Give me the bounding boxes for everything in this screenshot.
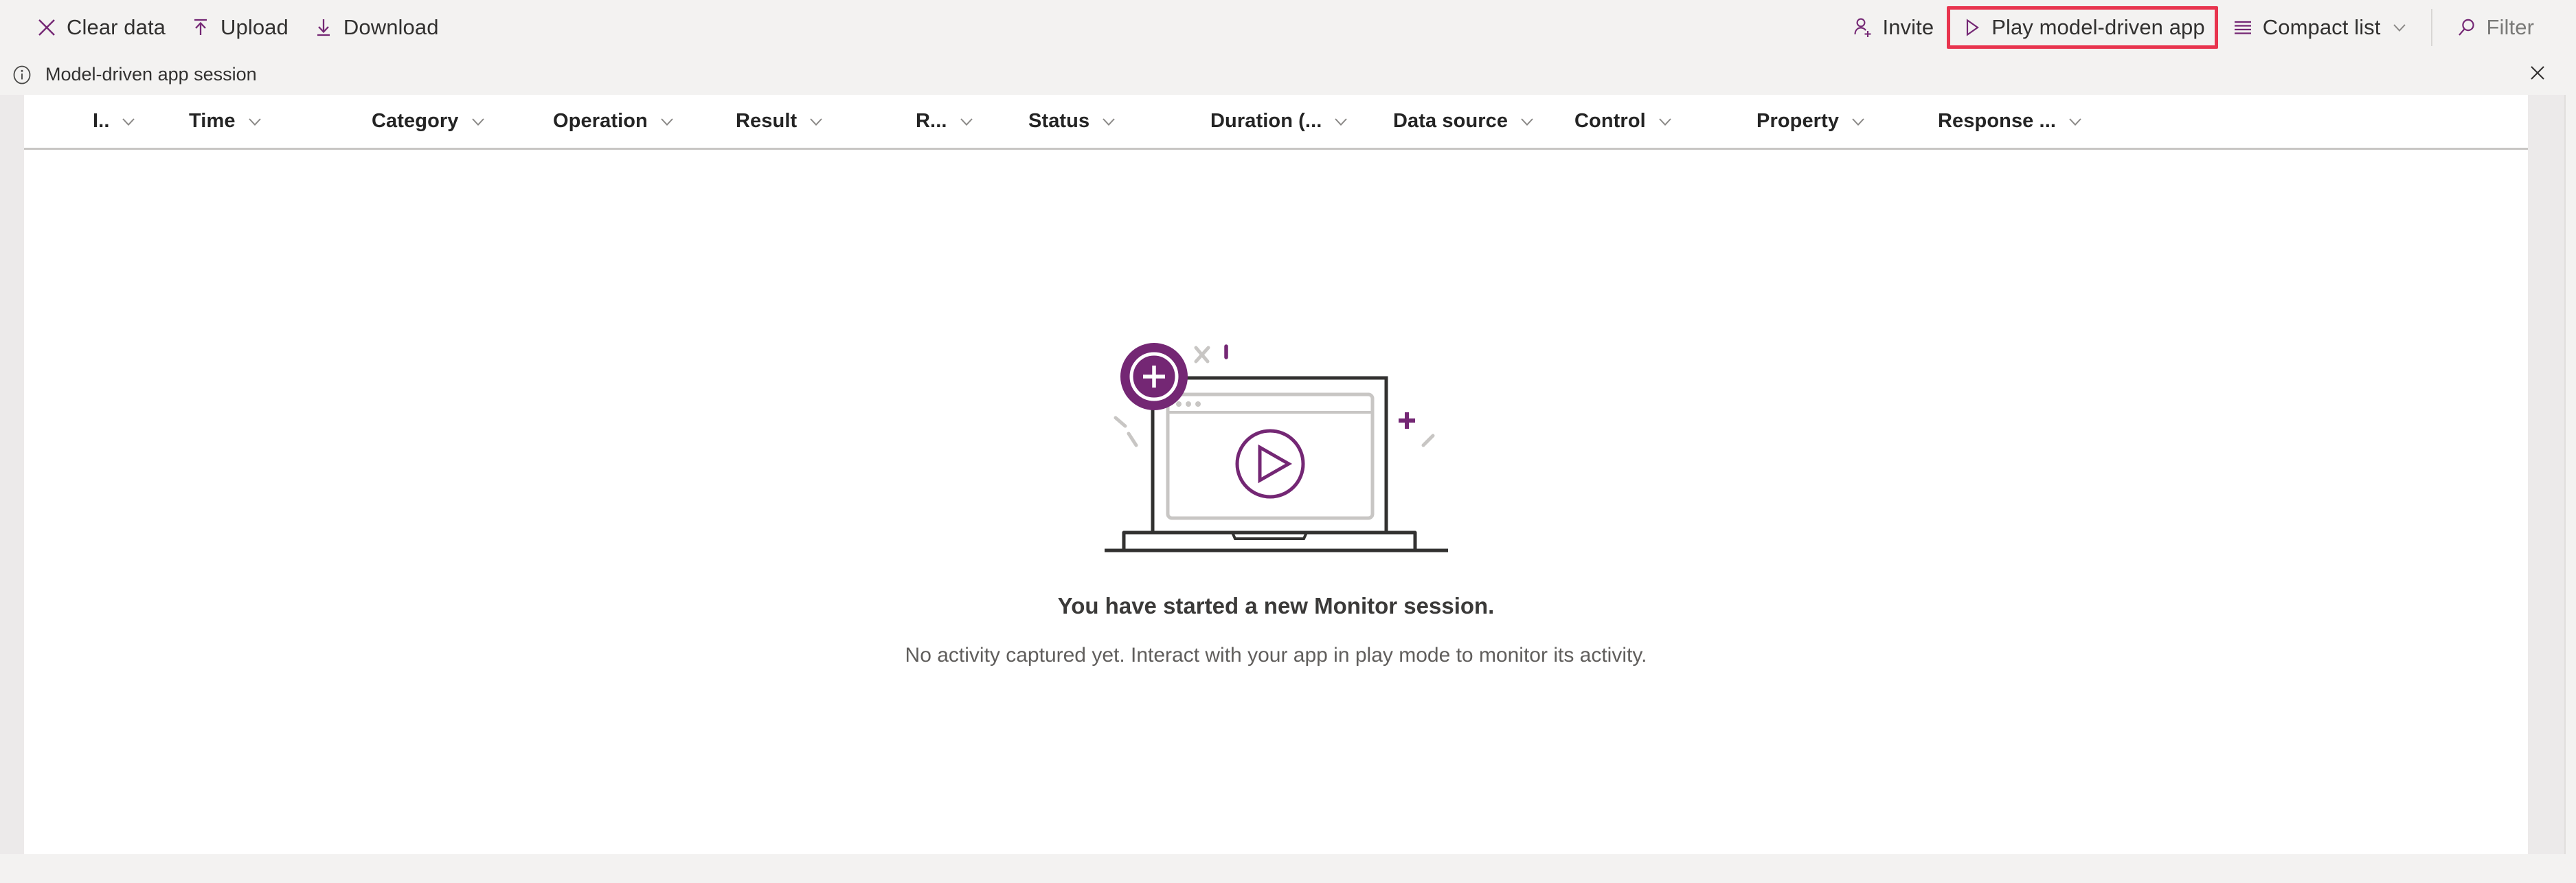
- column-header-data-source[interactable]: Data source: [1393, 95, 1536, 148]
- invite-label: Invite: [1882, 14, 1934, 39]
- right-scroll-rail[interactable]: [2564, 95, 2576, 854]
- column-header-category-label: Category: [372, 110, 459, 132]
- monitor-grid: I.. Time Category Operation Result R... …: [24, 95, 2528, 854]
- footer-strip: [0, 854, 2576, 883]
- upload-arrow-icon: [189, 16, 212, 39]
- filter-button[interactable]: Filter: [2443, 6, 2546, 49]
- upload-button[interactable]: Upload: [177, 6, 300, 49]
- grid-right-gutter: [2528, 95, 2564, 854]
- chevron-down-icon: [1656, 113, 1674, 131]
- chevron-down-icon: [1849, 113, 1867, 131]
- column-header-time-label: Time: [189, 110, 236, 132]
- grid-column-header-row: I.. Time Category Operation Result R... …: [24, 95, 2528, 150]
- session-bar-close-button[interactable]: [2521, 58, 2554, 91]
- column-header-r-truncated-label: R...: [916, 110, 947, 132]
- command-bar-right-group: Invite Play model-driven app Compact lis…: [1840, 0, 2546, 54]
- column-header-category[interactable]: Category: [372, 95, 487, 148]
- chevron-down-icon: [1100, 113, 1118, 131]
- column-header-result[interactable]: Result: [736, 95, 825, 148]
- column-header-response-label: Response ...: [1938, 110, 2057, 132]
- filter-search-icon: [2455, 16, 2478, 39]
- column-header-response[interactable]: Response ...: [1938, 95, 2084, 148]
- play-model-driven-app-label: Play model-driven app: [1991, 14, 2205, 39]
- column-header-data-source-label: Data source: [1393, 110, 1509, 132]
- compact-list-lines-icon: [2231, 16, 2255, 39]
- column-header-result-label: Result: [736, 110, 798, 132]
- upload-label: Upload: [221, 14, 289, 39]
- download-button[interactable]: Download: [300, 6, 451, 49]
- info-circle-icon: [10, 63, 34, 87]
- play-triangle-icon: [1960, 16, 1983, 39]
- chevron-down-icon: [469, 113, 487, 131]
- session-bar-content: Model-driven app session: [10, 63, 257, 87]
- clear-data-button[interactable]: Clear data: [23, 6, 177, 49]
- column-header-control[interactable]: Control: [1574, 95, 1674, 148]
- column-header-status[interactable]: Status: [1028, 95, 1118, 148]
- column-header-property[interactable]: Property: [1756, 95, 1867, 148]
- download-label: Download: [343, 14, 439, 39]
- play-model-driven-app-button[interactable]: Play model-driven app: [1947, 5, 2218, 49]
- column-header-id[interactable]: I..: [93, 95, 137, 148]
- clear-data-label: Clear data: [67, 14, 166, 39]
- command-bar-divider: [2430, 8, 2432, 46]
- clear-data-x-icon: [35, 16, 58, 39]
- column-header-operation[interactable]: Operation: [553, 95, 676, 148]
- chevron-down-icon: [246, 113, 264, 131]
- grid-left-gutter: [0, 95, 24, 854]
- compact-list-button[interactable]: Compact list: [2219, 6, 2420, 49]
- column-header-duration-label: Duration (...: [1210, 110, 1322, 132]
- chevron-down-icon: [958, 113, 975, 131]
- chevron-down-icon: [120, 113, 137, 131]
- chevron-down-icon: [1518, 113, 1536, 131]
- chevron-down-icon: [658, 113, 676, 131]
- monitor-app-window: Clear data Upload Download Invite Play m…: [0, 0, 2576, 883]
- empty-state-title: You have started a new Monitor session.: [1057, 592, 1495, 618]
- empty-state-subtitle: No activity captured yet. Interact with …: [905, 643, 1647, 667]
- column-header-status-label: Status: [1028, 110, 1090, 132]
- empty-state: You have started a new Monitor session. …: [24, 150, 2528, 852]
- chevron-down-icon: [807, 113, 825, 131]
- session-bar-label: Model-driven app session: [45, 64, 257, 85]
- download-arrow-icon: [312, 16, 335, 39]
- invite-person-add-icon: [1851, 16, 1875, 39]
- command-bar-left-group: Clear data Upload Download: [23, 6, 451, 49]
- column-header-time[interactable]: Time: [189, 95, 264, 148]
- column-header-duration[interactable]: Duration (...: [1210, 95, 1350, 148]
- column-header-r-truncated[interactable]: R...: [916, 95, 975, 148]
- command-bar: Clear data Upload Download Invite Play m…: [0, 0, 2576, 54]
- compact-list-label: Compact list: [2262, 14, 2381, 39]
- column-header-operation-label: Operation: [553, 110, 648, 132]
- laptop-play-button-illustration: [1104, 322, 1448, 572]
- filter-label: Filter: [2486, 14, 2534, 39]
- chevron-down-icon: [2391, 19, 2408, 36]
- chevron-down-icon: [2066, 113, 2084, 131]
- column-header-control-label: Control: [1574, 110, 1646, 132]
- session-bar: Model-driven app session: [0, 54, 2576, 95]
- close-x-icon: [2527, 63, 2548, 87]
- invite-button[interactable]: Invite: [1840, 6, 1946, 49]
- chevron-down-icon: [1332, 113, 1350, 131]
- column-header-id-label: I..: [93, 110, 110, 132]
- column-header-property-label: Property: [1756, 110, 1840, 132]
